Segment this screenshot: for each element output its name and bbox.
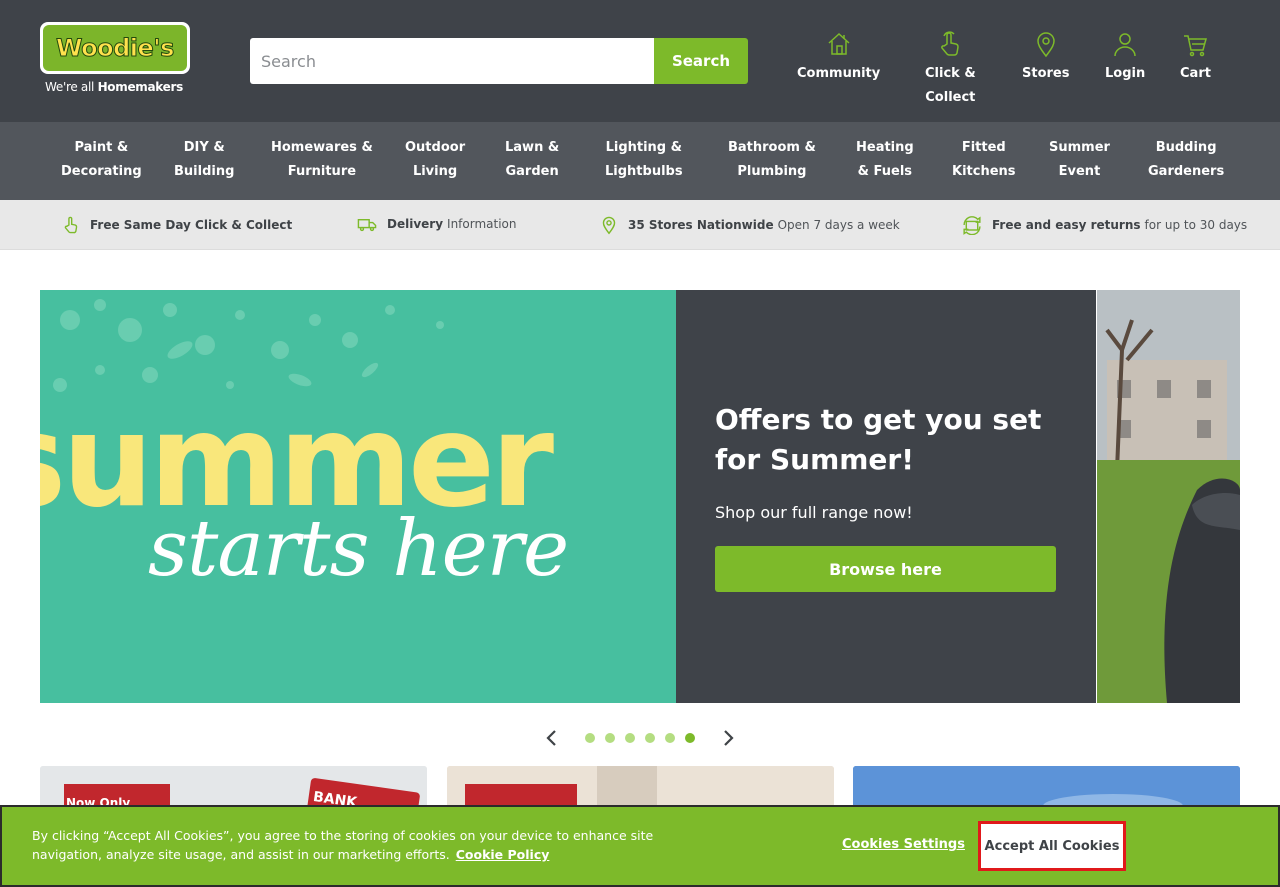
usp-stores-bold: 35 Stores Nationwide [628, 218, 774, 232]
map-pin-icon [1036, 32, 1055, 58]
usp-returns-bold: Free and easy returns [992, 218, 1141, 232]
hero-title: Offers to get you set for Summer! [715, 403, 1042, 476]
hero-text-panel: Offers to get you set for Summer! Shop o… [676, 290, 1096, 703]
returns-icon [963, 216, 981, 235]
hero-subtitle: Shop our full range now! [715, 503, 913, 522]
house-icon [828, 32, 850, 55]
category-lawn-garden[interactable]: Lawn & Garden [505, 136, 559, 184]
site-header: Woodie's We're all Homemakers Search Com… [0, 0, 1280, 122]
carousel-dot-1[interactable] [585, 733, 595, 743]
category-budding-gardeners[interactable]: Budding Gardeners [1148, 136, 1224, 184]
search-input[interactable] [250, 38, 655, 84]
cookie-policy-link[interactable]: Cookie Policy [456, 847, 550, 862]
hand-pointer-icon [941, 31, 960, 56]
usp-returns[interactable]: Free and easy returns for up to 30 days [962, 215, 1247, 235]
category-homewares-furniture[interactable]: Homewares & Furniture [271, 136, 373, 184]
cookie-message: By clicking “Accept All Cookies”, you ag… [32, 828, 654, 862]
map-pin-icon [602, 216, 616, 235]
logo-wordmark: Woodie's [56, 34, 175, 63]
category-heating-fuels[interactable]: Heating & Fuels [856, 136, 914, 184]
carousel-dot-4[interactable] [645, 733, 655, 743]
cookies-settings-button[interactable]: Cookies Settings [842, 837, 965, 852]
logo-badge: Woodie's [40, 22, 190, 74]
community-label: Community [797, 66, 881, 81]
user-icon [1114, 33, 1136, 57]
usp-strip: Free Same Day Click & Collect Delivery In… [0, 200, 1280, 250]
cookie-banner: By clicking “Accept All Cookies”, you ag… [0, 805, 1280, 887]
woodies-logo[interactable]: Woodie's We're all Homemakers [40, 22, 190, 97]
usp-click-collect-bold: Free Same Day Click & Collect [90, 218, 293, 232]
hero-next-slide-photo [1097, 290, 1240, 703]
click-collect-label: Click & Collect [925, 66, 976, 105]
category-fitted-kitchens[interactable]: Fitted Kitchens [952, 136, 1016, 184]
category-bathroom-plumbing[interactable]: Bathroom & Plumbing [728, 136, 816, 184]
category-summer-event[interactable]: Summer Event [1049, 136, 1110, 184]
category-nav: Paint & Decorating DIY & Building Homewa… [0, 122, 1280, 200]
cart-icon [1184, 35, 1208, 57]
usp-click-collect[interactable]: Free Same Day Click & Collect [62, 215, 296, 235]
usp-delivery[interactable]: Delivery Information [357, 215, 517, 233]
category-lighting-lightbulbs[interactable]: Lighting & Lightbulbs [605, 136, 683, 184]
cart-link[interactable]: Cart [1180, 30, 1211, 86]
usp-stores[interactable]: 35 Stores Nationwide Open 7 days a week [600, 215, 900, 235]
hero-carousel: summer starts here Offers to get you set… [40, 290, 1240, 703]
carousel-dot-3[interactable] [625, 733, 635, 743]
stores-link[interactable]: Stores [1022, 30, 1069, 86]
accept-all-cookies-button[interactable]: Accept All Cookies [978, 821, 1126, 871]
click-collect-link[interactable]: Click & Collect [925, 30, 976, 110]
hero-summer-image[interactable]: summer starts here [40, 290, 676, 703]
cart-label: Cart [1180, 66, 1211, 81]
browse-here-button[interactable]: Browse here [715, 546, 1056, 592]
logo-tagline: We're all Homemakers [45, 80, 183, 94]
category-paint-decorating[interactable]: Paint & Decorating [61, 136, 142, 184]
community-link[interactable]: Community [797, 30, 880, 86]
login-link[interactable]: Login [1105, 30, 1145, 86]
outdoor-photo [1097, 290, 1240, 703]
hand-pointer-icon [64, 216, 78, 234]
carousel-dot-6[interactable] [685, 733, 695, 743]
hero-art-line2: starts here [148, 504, 569, 594]
usp-delivery-bold: Delivery [387, 217, 444, 231]
category-diy-building[interactable]: DIY & Building [174, 136, 234, 184]
carousel-next-icon[interactable] [718, 728, 738, 748]
carousel-dot-5[interactable] [665, 733, 675, 743]
login-label: Login [1105, 66, 1146, 81]
stores-label: Stores [1022, 66, 1070, 81]
carousel-prev-icon[interactable] [542, 728, 562, 748]
search-bar: Search [250, 38, 748, 84]
carousel-dot-2[interactable] [605, 733, 615, 743]
truck-icon [357, 219, 377, 232]
category-outdoor-living[interactable]: Outdoor Living [405, 136, 465, 184]
search-button[interactable]: Search [654, 38, 748, 84]
